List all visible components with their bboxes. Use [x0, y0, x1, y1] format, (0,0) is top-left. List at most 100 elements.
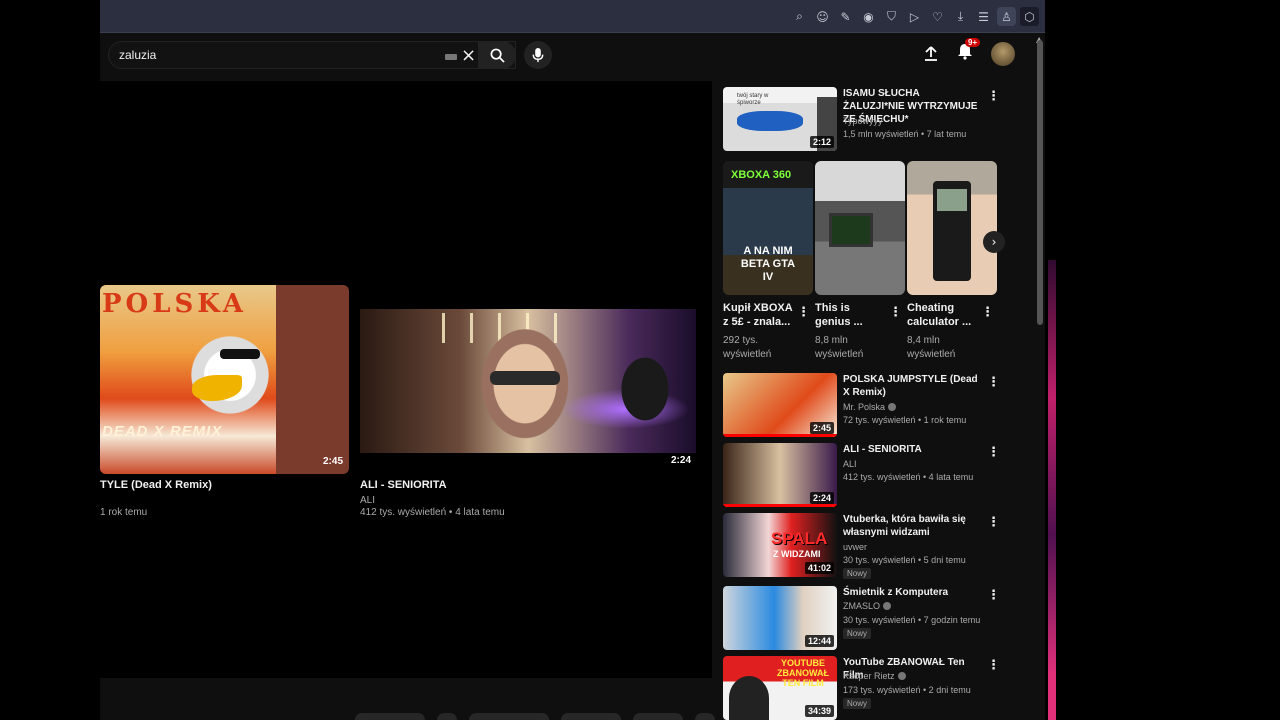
video-thumbnail[interactable]: 12:44	[723, 586, 837, 650]
more-options-icon[interactable]: ⋮	[987, 588, 1000, 603]
duration-label: 2:45	[322, 456, 343, 467]
search-icon	[490, 48, 505, 63]
video-thumbnail[interactable]: 2:24	[723, 443, 837, 507]
header-actions: 9+	[923, 38, 1015, 66]
heart-icon[interactable]: ♡	[928, 7, 947, 26]
channel-name[interactable]: Typowyyy	[843, 116, 883, 126]
more-options-icon[interactable]: ⋮	[987, 445, 1000, 460]
list-item[interactable]: 12:44 Śmietnik z Komputera ZMASLO 30 tys…	[723, 586, 1003, 652]
search-input[interactable]	[119, 48, 419, 62]
avatar[interactable]	[991, 42, 1015, 66]
scrollbar[interactable]	[1037, 40, 1043, 325]
video-title[interactable]: ALI - SENIORITA	[843, 443, 978, 456]
endcard-thumbnail-ali[interactable]	[360, 309, 696, 453]
sunglasses	[220, 349, 260, 359]
upload-icon[interactable]	[923, 46, 939, 62]
video-meta: 1,5 mln wyświetleń • 7 lat temu	[843, 129, 967, 139]
short-thumbnail[interactable]: XBOXA 360 A NA NIM BETA GTA IV	[723, 161, 813, 295]
watched-progress	[723, 434, 837, 437]
clear-icon[interactable]: ×	[461, 45, 476, 66]
thumbnail-remix-text: DEAD X REMIX	[102, 423, 223, 440]
save-button[interactable]	[633, 713, 683, 720]
search-button[interactable]	[478, 41, 516, 69]
profile-icon[interactable]: ♙	[997, 7, 1016, 26]
notifications-button[interactable]: 9+	[957, 38, 981, 65]
channel-label: ZMASLO	[843, 601, 881, 611]
channel-name[interactable]: ZMASLO	[843, 601, 892, 611]
download-icon[interactable]: ⤓	[951, 7, 970, 26]
edit-icon[interactable]: ✎	[836, 7, 855, 26]
emoji-icon[interactable]: ☺	[813, 7, 832, 26]
more-options-icon[interactable]: ⋮	[981, 305, 994, 320]
clip-button[interactable]	[561, 713, 621, 720]
zoom-icon[interactable]: ⌕	[790, 7, 809, 26]
endcard-thumbnail-polska[interactable]: POLSKA DEAD X REMIX 2:45	[100, 285, 349, 474]
short-title[interactable]: This is genius ...	[815, 301, 887, 329]
duration-label: 2:24	[671, 455, 692, 466]
channel-name[interactable]: ALI	[843, 459, 857, 469]
endcard-title[interactable]: ALI - SENIORITA	[360, 479, 447, 491]
thumbnail-text: XBOXA 360	[731, 169, 792, 181]
list-item[interactable]: YOUTUBE ZBANOWAŁ TEN FILM 34:39 YouTube …	[723, 656, 1003, 720]
voice-search-button[interactable]	[524, 41, 552, 69]
background-window-edge	[1048, 260, 1056, 720]
sleeping-bag-image	[737, 111, 803, 131]
keyboard-icon[interactable]	[445, 54, 457, 60]
calculator-screen	[937, 189, 967, 211]
shield-icon[interactable]: ⛉	[882, 7, 901, 26]
character-image	[729, 676, 769, 720]
more-options-icon[interactable]: ⋮	[889, 305, 902, 320]
video-title[interactable]: Śmietnik z Komputera	[843, 586, 978, 599]
download-button[interactable]	[469, 713, 549, 720]
list-item[interactable]: 2:24 ALI - SENIORITA ALI 412 tys. wyświe…	[723, 443, 1003, 509]
channel-label: Kacper Rietz	[843, 671, 895, 681]
video-title[interactable]: Vtuberka, która bawiła się własnymi widz…	[843, 513, 978, 539]
more-options-icon[interactable]: ⋮	[987, 375, 1000, 390]
channel-name[interactable]: Mr. Polska	[843, 402, 897, 412]
thumbnail-text: Z WIDZAMI	[773, 549, 821, 559]
play-icon[interactable]: ▷	[905, 7, 924, 26]
verified-icon	[883, 602, 892, 610]
list-item[interactable]: SPALA Z WIDZAMI 41:02 Vtuberka, która ba…	[723, 513, 1003, 579]
video-thumbnail[interactable]: YOUTUBE ZBANOWAŁ TEN FILM 34:39	[723, 656, 837, 720]
channel-name[interactable]: uvwer	[843, 542, 867, 552]
video-thumbnail[interactable]: 2:45	[723, 373, 837, 437]
thumbnail-text: A NA NIM BETA GTA IV	[740, 245, 796, 283]
list-item[interactable]: twój stary w śpiworze 2:12 ISAMU SŁUCHA …	[723, 87, 1003, 153]
video-meta: 30 tys. wyświetleń • 5 dni temu	[843, 555, 966, 565]
endcard-channel[interactable]: ALI	[360, 495, 375, 507]
watched-progress	[723, 504, 837, 507]
polska-thumbnail-art: POLSKA DEAD X REMIX	[100, 285, 276, 474]
channel-name[interactable]: Kacper Rietz	[843, 671, 906, 681]
more-options-icon[interactable]: ⋮	[987, 658, 1000, 673]
more-options-icon[interactable]: ⋮	[797, 305, 810, 320]
duration-label: 2:24	[809, 492, 834, 504]
share-button[interactable]	[437, 713, 457, 720]
youtube-page: × 9+ POLSKA DEAD X REMIX 2:45 TYLE (Dead…	[100, 33, 1045, 720]
list-item[interactable]: 2:45 POLSKA JUMPSTYLE (Dead X Remix) Mr.…	[723, 373, 1003, 439]
more-options-icon[interactable]: ⋮	[987, 89, 1000, 104]
camera-icon[interactable]: ◉	[859, 7, 878, 26]
video-title[interactable]: POLSKA JUMPSTYLE (Dead X Remix)	[843, 373, 978, 399]
video-thumbnail[interactable]: twój stary w śpiworze 2:12	[723, 87, 837, 151]
menu-icon[interactable]: ☰	[974, 7, 993, 26]
like-button[interactable]	[355, 713, 425, 720]
more-button[interactable]	[695, 713, 715, 720]
chevron-right-icon[interactable]: ›	[983, 231, 1005, 253]
video-thumbnail[interactable]: SPALA Z WIDZAMI 41:02	[723, 513, 837, 577]
endcard-title[interactable]: TYLE (Dead X Remix)	[100, 479, 212, 491]
more-options-icon[interactable]: ⋮	[987, 515, 1000, 530]
channel-label: Mr. Polska	[843, 402, 886, 412]
duration-label: 2:12	[809, 136, 834, 148]
search-box[interactable]: ×	[108, 41, 516, 69]
short-thumbnail[interactable]	[815, 161, 905, 295]
verified-icon	[888, 403, 897, 411]
extension-cube-icon[interactable]: ⬡	[1020, 7, 1039, 26]
verified-icon	[897, 672, 906, 680]
short-thumbnail[interactable]	[907, 161, 997, 295]
short-title[interactable]: Cheating calculator ...	[907, 301, 979, 329]
browser-toolbar: ⌕ ☺ ✎ ◉ ⛉ ▷ ♡ ⤓ ☰ ♙ ⬡	[100, 0, 1045, 33]
thumbnail-text: YOUTUBE ZBANOWAŁ TEN FILM	[777, 658, 829, 688]
video-player[interactable]: POLSKA DEAD X REMIX 2:45 TYLE (Dead X Re…	[100, 81, 712, 678]
short-title[interactable]: Kupił XBOXA z 5£ - znala...	[723, 301, 795, 329]
